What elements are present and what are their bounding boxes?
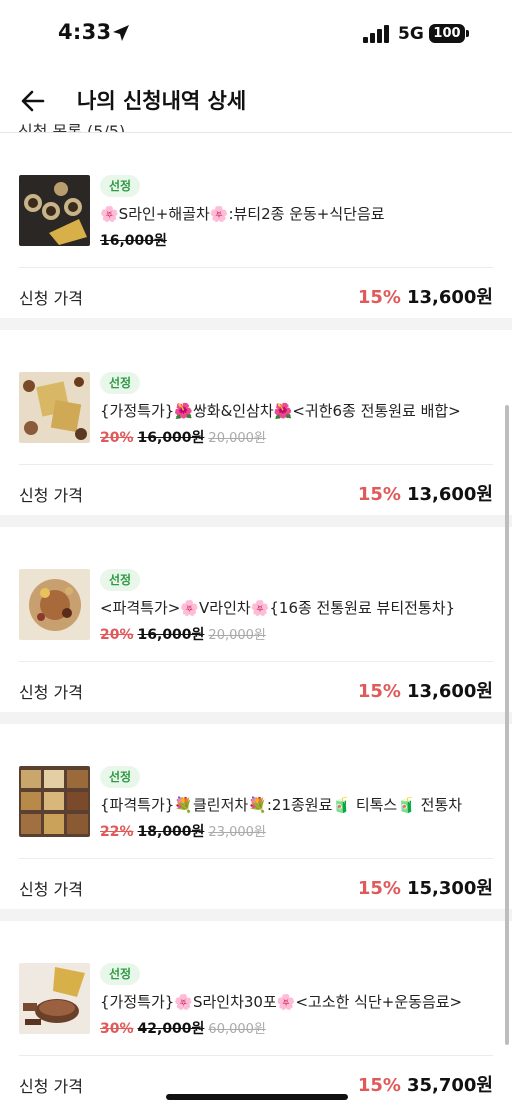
application-card[interactable]: 선정 {가정특가}🌸S라인차30포🌸<고소한 식단+운동음료> 30% 42,00… [0,921,512,1106]
selected-badge: 선정 [100,766,141,788]
apply-rate: 15% [357,484,401,505]
battery-icon: 100 [429,24,465,43]
scrollbar[interactable] [505,405,509,1045]
application-list: 선정 🌸S라인+해골차🌸:뷰티2종 운동+식단음료 16,000원 신청 가격 … [0,133,512,1106]
apply-price-value: 13,600원 [406,287,493,308]
location-arrow-icon [113,25,129,41]
product-thumbnail[interactable] [19,766,90,837]
apply-price-value: 13,600원 [406,681,493,702]
apply-price: 15% 13,600원 [358,480,493,506]
apply-rate: 15% [357,681,401,702]
application-card[interactable]: 선정 {가정특가}🌺쌍화&인삼차🌺<귀한6종 전통원료 배합> 20% 16,00… [0,330,512,515]
product-title[interactable]: 🌸S라인+해골차🌸:뷰티2종 운동+식단음료 [100,203,495,224]
original-price: 20,000원 [208,431,266,446]
price-line: 20% 16,000원 20,000원 [100,427,266,447]
discount-rate: 20% [100,430,134,446]
selected-badge: 선정 [100,569,141,591]
apply-rate: 15% [357,878,401,899]
apply-price-value: 35,700원 [406,1075,493,1096]
sale-price: 42,000원 [137,1021,205,1037]
status-bar: 4:33 5G 100 [0,0,512,66]
apply-price: 15% 35,700원 [358,1071,493,1097]
price-line: 20% 16,000원 20,000원 [100,624,266,644]
divider [19,858,493,859]
back-arrow-icon[interactable] [18,86,48,116]
apply-price: 15% 13,600원 [358,677,493,703]
sale-price: 18,000원 [137,824,205,840]
card-separator [0,318,512,330]
apply-price-label: 신청 가격 [19,289,83,308]
price-line: 16,000원 [100,230,171,250]
signal-icon [363,25,389,43]
application-card[interactable]: 선정 {파격특가}💐클린저차💐:21종원료🧃 티톡스🧃 전통차 22% 18,00… [0,724,512,909]
selected-badge: 선정 [100,175,141,197]
home-indicator[interactable] [166,1094,348,1100]
selected-badge: 선정 [100,372,141,394]
divider [19,464,493,465]
apply-rate: 15% [357,1075,401,1096]
product-thumbnail[interactable] [19,175,90,246]
apply-price-label: 신청 가격 [19,683,83,702]
original-price: 23,000원 [208,825,266,840]
apply-price-value: 13,600원 [406,484,493,505]
application-card[interactable]: 선정 <파격특가>🌸V라인차🌸{16종 전통원료 뷰티전통차} 20% 16,00… [0,527,512,712]
battery-tip [466,30,469,37]
divider [19,661,493,662]
discount-rate: 20% [100,627,134,643]
product-title[interactable]: {가정특가}🌺쌍화&인삼차🌺<귀한6종 전통원료 배합> [100,400,495,421]
product-thumbnail[interactable] [19,963,90,1034]
application-card[interactable]: 선정 🌸S라인+해골차🌸:뷰티2종 운동+식단음료 16,000원 신청 가격 … [0,133,512,318]
section-heading: 신청 목록 (5/5) [18,122,126,132]
divider [19,1055,493,1056]
apply-price: 15% 15,300원 [358,874,493,900]
product-title[interactable]: {가정특가}🌸S라인차30포🌸<고소한 식단+운동음료> [100,991,495,1012]
discount-rate: 30% [100,1021,134,1037]
sale-price: 16,000원 [137,430,205,446]
product-thumbnail[interactable] [19,372,90,443]
original-price: 20,000원 [208,628,266,643]
page-title: 나의 신청내역 상세 [77,89,247,113]
card-separator [0,712,512,724]
product-title[interactable]: {파격특가}💐클린저차💐:21종원료🧃 티톡스🧃 전통차 [100,794,495,815]
original-price: 60,000원 [208,1022,266,1037]
price-line: 22% 18,000원 23,000원 [100,821,266,841]
selected-badge: 선정 [100,963,141,985]
apply-rate: 15% [357,287,401,308]
network-label: 5G [398,24,424,44]
sale-price: 16,000원 [137,627,205,643]
discount-rate: 22% [100,824,134,840]
status-time: 4:33 [58,20,112,44]
apply-price: 15% 13,600원 [358,283,493,309]
card-separator [0,909,512,921]
sale-price: 16,000원 [100,233,167,249]
apply-price-value: 15,300원 [406,878,493,899]
product-title[interactable]: <파격특가>🌸V라인차🌸{16종 전통원료 뷰티전통차} [100,597,495,618]
divider [19,267,493,268]
apply-price-label: 신청 가격 [19,880,83,899]
product-thumbnail[interactable] [19,569,90,640]
apply-price-label: 신청 가격 [19,1077,83,1096]
card-separator [0,515,512,527]
apply-price-label: 신청 가격 [19,486,83,505]
price-line: 30% 42,000원 60,000원 [100,1018,266,1038]
